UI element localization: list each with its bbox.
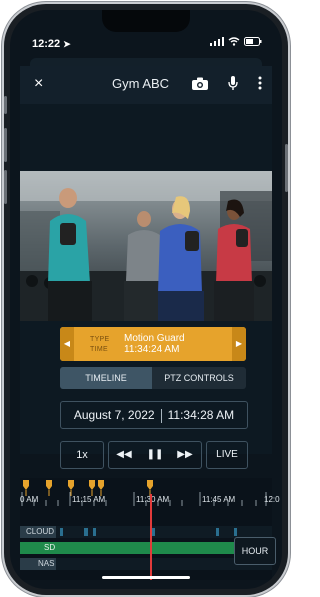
notch [102,10,190,32]
gym-video-frame [20,171,272,321]
tick-label: 11:30 AM [136,495,170,504]
timeline[interactable]: 0 AM 11:15 AM 11:30 AM 11:45 AM 12:0 CLO… [20,478,280,580]
tick-label: 0 AM [20,495,39,504]
current-time: 11:34:28 AM [167,408,235,422]
playback-controls: ◀◀ ❚❚ ▶▶ [108,441,202,469]
tab-timeline[interactable]: TIMELINE [60,367,152,389]
tick-label: 11:15 AM [72,495,106,504]
previous-event-button[interactable]: ◀ [60,327,74,361]
event-type-label: TYPE [90,336,110,343]
camera-title: Gym ABC [112,76,170,91]
volume-down-button [4,170,7,204]
tab-ptz-controls[interactable]: PTZ CONTROLS [152,367,246,389]
home-indicator [102,576,190,579]
speed-button[interactable]: 1x [60,441,104,469]
signal-icon [210,37,224,46]
sheet-edge [30,58,262,66]
volume-up-button [4,128,7,162]
tick-label: 11:45 AM [202,495,236,504]
live-button[interactable]: LIVE [206,441,248,469]
pause-icon[interactable]: ❚❚ [140,442,170,468]
rewind-icon[interactable]: ◀◀ [109,442,139,468]
event-values: Motion Guard 11:34:24 AM [124,333,185,355]
playhead[interactable] [150,494,152,580]
event-type-value: Motion Guard [124,333,185,344]
status-icons [210,37,262,46]
status-time: 12:22 ➤ [32,38,71,50]
close-icon[interactable]: × [34,75,43,93]
event-time-value: 11:34:24 AM [124,344,180,355]
current-date: August 7, 2022 [73,408,155,422]
fast-forward-icon[interactable]: ▶▶ [170,442,200,468]
power-button [285,144,288,192]
cloud-track-label: CLOUD [26,527,55,536]
next-event-button[interactable]: ▶ [232,327,246,361]
divider [160,408,162,423]
cloud-track: CLOUD [20,526,272,538]
wifi-icon [228,37,240,46]
location-arrow-icon: ➤ [63,39,71,49]
date-time-selector[interactable]: August 7, 2022 11:34:28 AM [60,401,248,429]
mute-switch [4,96,7,114]
phone-frame: 12:22 ➤ × Gym ABC ◀ TYPE TIME Motion Gua… [4,4,288,595]
event-banner[interactable]: ◀ TYPE TIME Motion Guard 11:34:24 AM ▶ [60,327,246,361]
microphone-icon[interactable] [228,76,238,91]
zoom-hour-button[interactable]: HOUR [234,537,276,565]
event-time-label: TIME [90,346,108,353]
view-tabs: TIMELINE PTZ CONTROLS [60,367,246,389]
event-labels: TYPE TIME [90,335,109,355]
tick-label: 12:0 [264,495,280,504]
more-vertical-icon[interactable] [258,76,262,90]
nas-track-label: NAS [38,559,55,568]
screen: 12:22 ➤ × Gym ABC ◀ TYPE TIME Motion Gua… [10,10,282,589]
sd-track-label: SD [44,543,56,552]
camera-feed[interactable] [20,171,272,321]
battery-icon [244,37,262,46]
timeline-ruler: 0 AM 11:15 AM 11:30 AM 11:45 AM 12:0 [20,478,280,514]
top-bar: × Gym ABC [20,66,272,104]
camera-icon[interactable] [192,77,208,90]
